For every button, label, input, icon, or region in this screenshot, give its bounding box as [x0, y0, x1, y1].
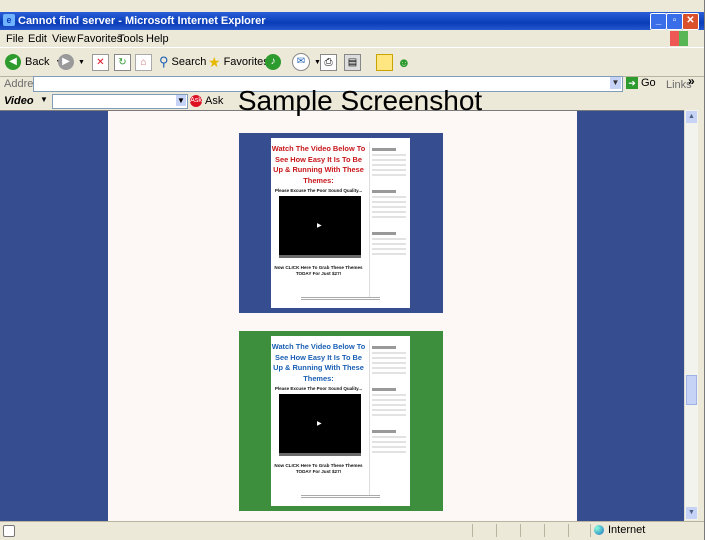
video-controls	[279, 255, 361, 258]
home-button[interactable]: ⌂	[135, 53, 152, 71]
menu-file[interactable]: File	[6, 33, 24, 45]
favorites-star-icon: ★	[208, 53, 221, 70]
security-zone: Internet	[594, 524, 645, 536]
menu-edit[interactable]: Edit	[28, 33, 47, 45]
scroll-thumb[interactable]	[686, 375, 697, 405]
zone-label: Internet	[608, 524, 646, 536]
refresh-icon: ↻	[114, 53, 131, 71]
preview-subhead: Please Excuse The Poor Sound Quality...	[274, 188, 363, 193]
mail-icon: ✉	[292, 53, 310, 71]
scroll-down-icon[interactable]: ▼	[686, 507, 697, 519]
forward-arrow-icon: ▶	[58, 54, 74, 70]
testimonial-sidebar	[369, 142, 408, 297]
menu-bar: File Edit View Favorites Tools Help	[0, 31, 704, 46]
search-button[interactable]: ⚲ Search	[159, 53, 206, 71]
edit-icon: ▤	[344, 53, 361, 71]
left-background-band	[0, 111, 108, 521]
preview-page: Watch The Video Below To See How Easy It…	[271, 336, 410, 506]
video-player[interactable]: ▶	[279, 196, 361, 258]
menu-tools[interactable]: Tools	[118, 33, 144, 45]
print-icon: ⎙	[320, 53, 337, 71]
back-button[interactable]: ◀ Back ▼	[5, 53, 62, 71]
maximize-button[interactable]: ▫	[666, 13, 683, 30]
preview-cta[interactable]: Now CLICK Here To Grab These Themes TODA…	[271, 265, 366, 277]
preview-cta[interactable]: Now CLICK Here To Grab These Themes TODA…	[271, 463, 366, 475]
title-bar: e Cannot find server - Microsoft Interne…	[0, 12, 704, 30]
play-icon: ▶	[317, 421, 322, 427]
note-icon	[376, 53, 393, 71]
media-button[interactable]: ♪	[265, 53, 285, 71]
media-icon: ♪	[265, 54, 281, 70]
menu-favorites[interactable]: Favorites	[77, 33, 122, 45]
forward-dropdown-icon: ▼	[78, 58, 85, 66]
favorites-button[interactable]: ★ Favorites	[208, 53, 269, 71]
menu-view[interactable]: View	[52, 33, 76, 45]
theme-preview-blue: Watch The Video Below To See How Easy It…	[239, 133, 443, 313]
preview-page: Watch The Video Below To See How Easy It…	[271, 138, 410, 308]
favorites-label: Favorites	[223, 56, 269, 68]
close-button[interactable]: ✕	[682, 13, 699, 30]
minimize-button[interactable]: _	[650, 13, 667, 30]
preview-subhead: Please Excuse The Poor Sound Quality...	[274, 386, 363, 391]
testimonial-sidebar	[369, 340, 408, 495]
stop-icon: ✕	[92, 53, 109, 71]
browser-window: e Cannot find server - Microsoft Interne…	[0, 0, 705, 540]
windows-logo-icon	[670, 31, 688, 46]
back-arrow-icon: ◀	[5, 54, 21, 70]
sample-screenshot-overlay: Sample Screenshot	[237, 85, 483, 116]
messenger-button[interactable]: ☻	[397, 53, 411, 71]
play-icon: ▶	[317, 223, 322, 229]
print-button[interactable]: ⎙	[320, 53, 337, 71]
status-bar: Internet	[0, 521, 704, 538]
back-label: Back	[25, 56, 50, 68]
preview-footer	[271, 296, 410, 302]
window-title: Cannot find server - Microsoft Internet …	[18, 15, 266, 27]
refresh-button[interactable]: ↻	[114, 53, 131, 71]
search-icon: ⚲	[159, 54, 169, 69]
page-status-icon	[3, 525, 15, 537]
edit-button[interactable]: ▤	[344, 53, 361, 71]
vertical-scrollbar[interactable]: ▲ ▼	[684, 110, 698, 520]
discuss-button[interactable]	[376, 53, 393, 71]
preview-headline: Watch The Video Below To See How Easy It…	[271, 144, 366, 185]
ie-icon: e	[3, 14, 15, 26]
theme-preview-green: Watch The Video Below To See How Easy It…	[239, 331, 443, 511]
search-label: Search	[171, 56, 207, 68]
preview-footer	[271, 494, 410, 500]
preview-headline: Watch The Video Below To See How Easy It…	[271, 342, 366, 383]
globe-icon	[594, 525, 604, 535]
video-controls	[279, 453, 361, 456]
mail-button[interactable]: ✉ ▼	[292, 53, 321, 71]
menu-help[interactable]: Help	[146, 33, 169, 45]
forward-button[interactable]: ▶ ▼	[58, 53, 85, 71]
stop-button[interactable]: ✕	[92, 53, 109, 71]
home-icon: ⌂	[135, 53, 152, 71]
standard-toolbar: ◀ Back ▼ ▶ ▼ ✕ ↻ ⌂ ⚲ Search ★ Favorites …	[0, 47, 704, 77]
right-background-band	[577, 111, 684, 521]
messenger-icon: ☻	[397, 54, 411, 70]
video-player[interactable]: ▶	[279, 394, 361, 456]
